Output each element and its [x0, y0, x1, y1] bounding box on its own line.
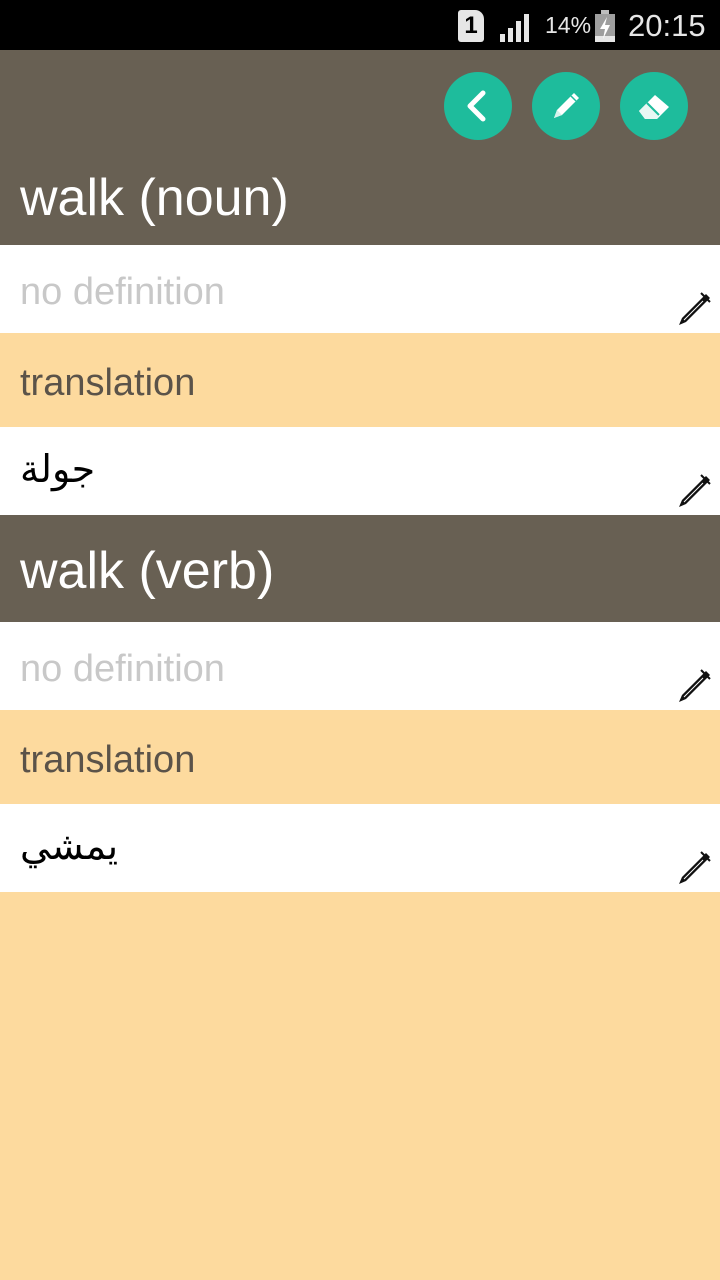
word-title: walk (noun)	[20, 169, 289, 227]
translation-label: translation	[20, 739, 196, 781]
pen-icon	[554, 93, 579, 118]
status-bar: 1 14% 20:15	[0, 0, 720, 50]
translation-row-verb[interactable]: يمشي	[0, 804, 720, 892]
edit-pen-icon[interactable]	[676, 473, 712, 509]
translation-value: جولة	[20, 447, 96, 491]
sim-card-icon: 1	[458, 10, 484, 42]
battery-charging-icon	[595, 10, 615, 42]
signal-strength-icon	[500, 14, 529, 42]
translation-label: translation	[20, 362, 196, 404]
edit-pen-icon[interactable]	[676, 850, 712, 886]
word-title: walk (verb)	[20, 542, 275, 600]
chevron-left-icon	[467, 90, 486, 122]
clock: 20:15	[628, 8, 706, 43]
translation-value: يمشي	[20, 824, 119, 868]
back-button[interactable]	[444, 72, 512, 140]
translation-row-noun[interactable]: جولة	[0, 427, 720, 515]
definition-row-noun[interactable]: no definition	[0, 245, 720, 333]
eraser-icon	[639, 95, 669, 119]
edit-button[interactable]	[532, 72, 600, 140]
definition-placeholder: no definition	[20, 648, 225, 690]
definition-row-verb[interactable]: no definition	[0, 622, 720, 710]
edit-pen-icon[interactable]	[676, 668, 712, 704]
battery-percent: 14%	[545, 12, 592, 38]
erase-button[interactable]	[620, 72, 688, 140]
edit-pen-icon[interactable]	[676, 291, 712, 327]
definition-placeholder: no definition	[20, 271, 225, 313]
entry-header-noun: walk (noun)	[0, 50, 720, 245]
entry-header-verb: walk (verb)	[0, 515, 720, 622]
